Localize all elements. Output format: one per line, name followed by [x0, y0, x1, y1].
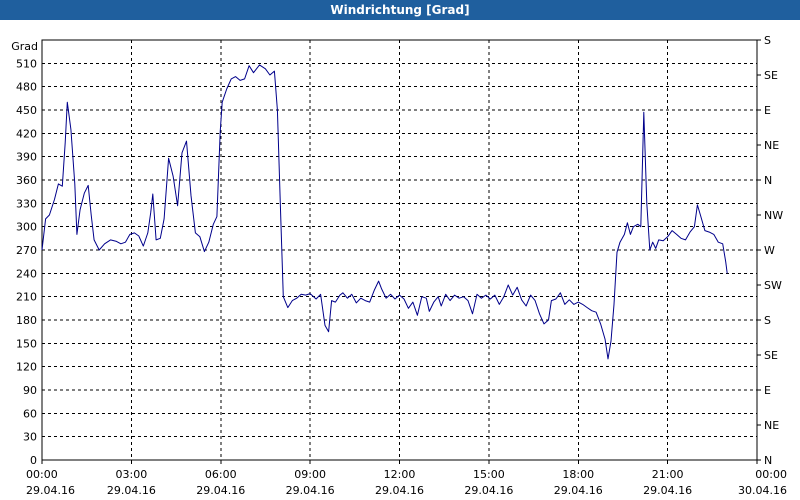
right-tick-label-9: NE	[764, 139, 779, 152]
right-tick-label-12: S	[764, 34, 771, 47]
x-tick-time-1: 03:00	[116, 468, 148, 481]
right-tick-label-3: SE	[764, 349, 778, 362]
x-tick-time-3: 09:00	[294, 468, 326, 481]
right-tick-label-5: SW	[764, 279, 782, 292]
right-tick-label-0: N	[764, 454, 772, 467]
x-tick-time-2: 06:00	[205, 468, 237, 481]
y-tick-label-15: 450	[16, 104, 37, 117]
y-tick-label-12: 360	[16, 174, 37, 187]
y-axis-label: Grad	[11, 40, 38, 53]
x-tick-date-4: 29.04.16	[375, 484, 424, 497]
y-tick-label-8: 240	[16, 267, 37, 280]
x-tick-date-2: 29.04.16	[196, 484, 245, 497]
y-tick-label-1: 30	[23, 431, 37, 444]
right-axis-ticks: N NE E SE S SW W NW N NE E SE S	[757, 34, 783, 467]
y-tick-label-0: 0	[30, 454, 37, 467]
y-tick-label-9: 270	[16, 244, 37, 257]
x-tick-date-7: 29.04.16	[643, 484, 692, 497]
y-tick-label-10: 300	[16, 221, 37, 234]
right-tick-label-1: NE	[764, 419, 779, 432]
right-tick-label-10: E	[764, 104, 771, 117]
x-tick-date-6: 29.04.16	[554, 484, 603, 497]
y-tick-label-17: 510	[16, 57, 37, 70]
x-tick-date-8: 30.04.16	[738, 484, 787, 497]
x-tick-date-3: 29.04.16	[286, 484, 335, 497]
right-tick-label-7: NW	[764, 209, 783, 222]
series-layer	[41, 64, 728, 360]
right-tick-label-6: W	[764, 244, 775, 257]
x-axis-ticks: 00:00 29.04.16 03:00 29.04.16 06:00 29.04.16 0…	[26, 460, 787, 497]
y-tick-label-5: 150	[16, 337, 37, 350]
y-tick-label-2: 60	[23, 407, 37, 420]
right-tick-label-2: E	[764, 384, 771, 397]
x-tick-time-4: 12:00	[384, 468, 416, 481]
x-tick-date-1: 29.04.16	[107, 484, 156, 497]
y-tick-label-6: 180	[16, 314, 37, 327]
y-tick-label-3: 90	[23, 384, 37, 397]
x-tick-time-8: 00:00	[755, 468, 787, 481]
x-tick-date-0: 29.04.16	[26, 484, 75, 497]
x-tick-date-5: 29.04.16	[464, 484, 513, 497]
x-tick-time-0: 00:00	[26, 468, 58, 481]
series-line-0	[41, 64, 728, 360]
y-tick-label-7: 210	[16, 291, 37, 304]
x-tick-time-6: 18:00	[562, 468, 594, 481]
right-tick-label-8: N	[764, 174, 772, 187]
y-tick-label-13: 390	[16, 151, 37, 164]
y-tick-label-11: 330	[16, 197, 37, 210]
right-tick-label-11: SE	[764, 69, 778, 82]
y-tick-label-16: 480	[16, 81, 37, 94]
right-tick-label-4: S	[764, 314, 771, 327]
y-tick-label-14: 420	[16, 127, 37, 140]
wind-direction-chart: Grad 0 30 60 90 120 150 180 210 240 270 300 330 360 3…	[11, 34, 787, 497]
x-tick-time-5: 15:00	[473, 468, 505, 481]
x-tick-time-7: 21:00	[652, 468, 684, 481]
y-tick-label-4: 120	[16, 361, 37, 374]
left-axis-ticks: 0 30 60 90 120 150 180 210 240 270 300 330 360 390 420…	[16, 57, 37, 467]
